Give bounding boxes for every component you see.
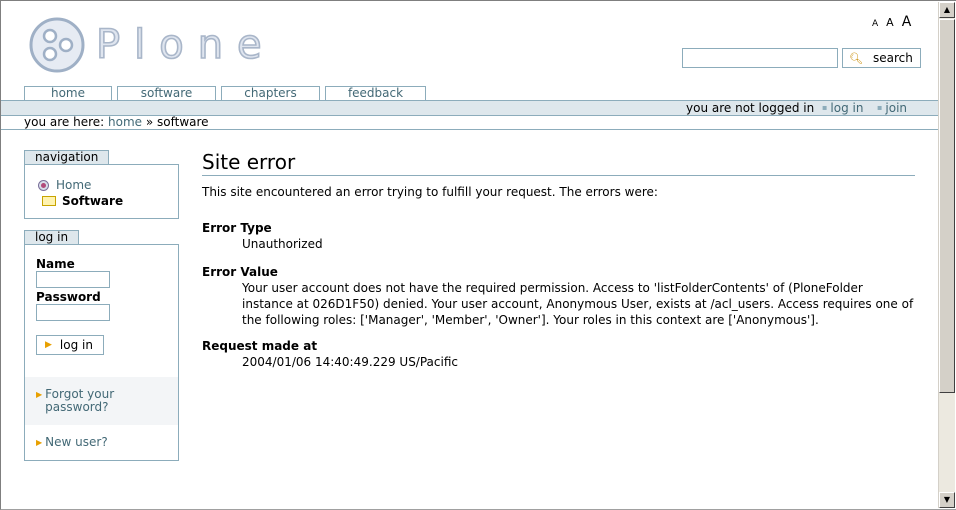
arrow-icon: ▶ bbox=[36, 390, 43, 399]
login-portlet-title: log in bbox=[24, 230, 80, 244]
tab-feedback[interactable]: feedback bbox=[325, 86, 426, 100]
search-icon: 🔍︎ bbox=[849, 51, 863, 65]
forgot-password-label: Forgot your password? bbox=[45, 387, 115, 414]
login-button-label: log in bbox=[59, 338, 93, 352]
main-content: Site error This site encountered an erro… bbox=[202, 150, 915, 370]
breadcrumb-prefix: you are here: bbox=[24, 115, 105, 129]
error-intro: This site encountered an error trying to… bbox=[202, 185, 658, 199]
search-input[interactable] bbox=[682, 48, 838, 68]
scroll-up-icon[interactable]: ▲ bbox=[939, 2, 955, 18]
text-size-medium[interactable]: A bbox=[886, 16, 894, 29]
nav-item-software-label: Software bbox=[62, 194, 124, 208]
global-tabs: home software chapters feedback bbox=[24, 86, 431, 100]
nav-item-home[interactable]: Home bbox=[38, 178, 91, 192]
bullet-icon: ▪ bbox=[822, 103, 828, 112]
tab-chapters[interactable]: chapters bbox=[221, 86, 320, 100]
password-field[interactable] bbox=[36, 304, 110, 321]
logo-text: Plone bbox=[95, 21, 276, 69]
request-time-label: Request made at bbox=[202, 339, 318, 353]
personal-bar: you are not logged in ▪ log in ▪ join bbox=[1, 100, 938, 116]
text-size-small[interactable]: A bbox=[872, 19, 878, 29]
personal-login-label: log in bbox=[830, 101, 864, 115]
error-value-text: Your user account does not have the requ… bbox=[242, 281, 914, 327]
search-button[interactable]: 🔍︎ search bbox=[842, 48, 921, 68]
bullet-icon: ▪ bbox=[877, 103, 883, 112]
personal-join-link[interactable]: ▪ join bbox=[877, 101, 907, 115]
error-type-value: Unauthorized bbox=[242, 237, 323, 251]
name-label: Name bbox=[36, 257, 75, 271]
divider bbox=[1, 129, 938, 130]
breadcrumb-current: software bbox=[157, 115, 209, 129]
nav-item-software[interactable]: Software bbox=[42, 194, 123, 208]
plone-logo-icon bbox=[29, 17, 85, 73]
tab-software[interactable]: software bbox=[117, 86, 216, 100]
login-status: you are not logged in bbox=[686, 101, 815, 115]
vertical-scrollbar[interactable]: ▲ ▼ bbox=[938, 2, 955, 508]
navigation-portlet-title: navigation bbox=[24, 150, 110, 164]
tab-home[interactable]: home bbox=[24, 86, 112, 100]
error-value-label: Error Value bbox=[202, 265, 278, 279]
arrow-icon: ▶ bbox=[45, 340, 52, 350]
arrow-icon: ▶ bbox=[36, 438, 43, 447]
text-size-large[interactable]: A bbox=[902, 14, 912, 30]
request-time-value: 2004/01/06 14:40:49.229 US/Pacific bbox=[242, 355, 458, 369]
breadcrumb-home[interactable]: home bbox=[108, 115, 142, 129]
scrollbar-thumb[interactable] bbox=[939, 19, 955, 393]
page-title: Site error bbox=[202, 150, 915, 176]
login-button[interactable]: ▶ log in bbox=[36, 335, 104, 355]
name-field[interactable] bbox=[36, 271, 110, 288]
nav-item-home-label: Home bbox=[56, 178, 92, 192]
folder-icon bbox=[42, 196, 56, 206]
plone-home-icon bbox=[38, 179, 49, 191]
password-label: Password bbox=[36, 290, 101, 304]
breadcrumb: you are here: home » software bbox=[24, 115, 209, 129]
search-button-label: search bbox=[872, 51, 913, 65]
plone-logo[interactable]: Plone bbox=[28, 16, 276, 74]
personal-login-link[interactable]: ▪ log in bbox=[822, 101, 863, 115]
breadcrumb-separator: » bbox=[145, 115, 154, 129]
scroll-down-icon[interactable]: ▼ bbox=[939, 492, 955, 508]
new-user-label: New user? bbox=[45, 435, 108, 449]
forgot-password-link[interactable]: ▶ Forgot your password? bbox=[36, 388, 166, 414]
error-type-label: Error Type bbox=[202, 221, 272, 235]
personal-join-label: join bbox=[885, 101, 908, 115]
text-size-controls: A A A bbox=[872, 14, 911, 30]
new-user-link[interactable]: ▶ New user? bbox=[36, 436, 108, 449]
